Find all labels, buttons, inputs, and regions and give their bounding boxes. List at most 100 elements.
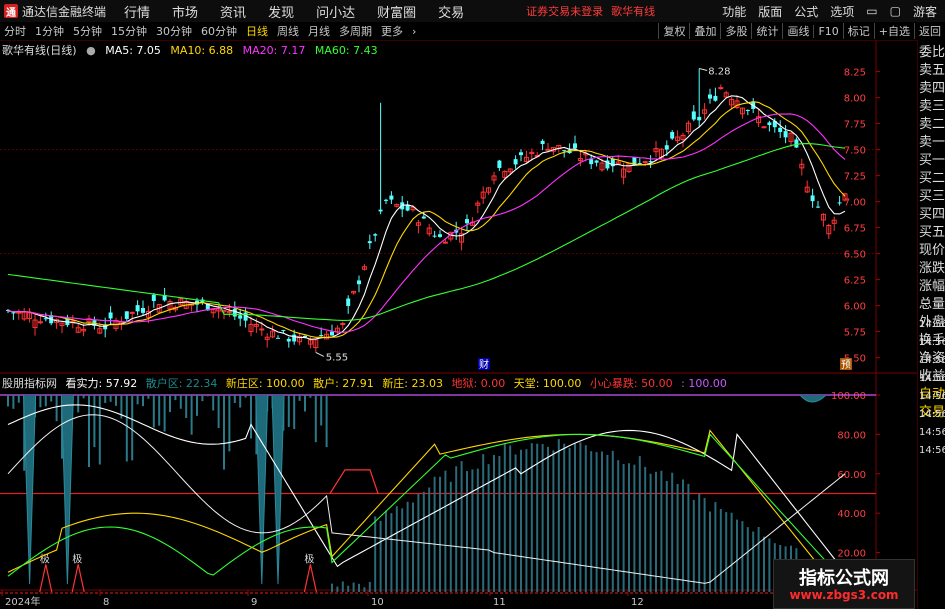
tool-add-watchlist[interactable]: +自选: [873, 23, 914, 39]
tf-weekly[interactable]: 周线: [277, 23, 299, 39]
tool-draw[interactable]: 画线: [782, 23, 813, 39]
tf-1min[interactable]: 1分钟: [35, 23, 64, 39]
candle-down: [276, 337, 280, 339]
menu-market[interactable]: 市场: [172, 2, 198, 21]
candle-down: [373, 234, 378, 236]
menu-options[interactable]: 选项: [830, 3, 854, 20]
side-item[interactable]: 卖三: [919, 98, 945, 116]
candle-down: [497, 160, 502, 168]
candle-down: [519, 152, 523, 156]
tf-monthly[interactable]: 月线: [308, 23, 330, 39]
candle-down: [124, 311, 129, 319]
candle-down: [421, 216, 426, 219]
candle-up: [718, 87, 724, 90]
tool-adjust[interactable]: 复权: [658, 23, 689, 39]
y-tick-label: 6.25: [844, 276, 866, 287]
side-item[interactable]: 买四: [919, 206, 945, 224]
ind-item-strength: 看实力: 57.92: [65, 377, 138, 390]
ind-dip: [799, 394, 827, 403]
candle-down: [389, 195, 394, 200]
tf-30min[interactable]: 30分钟: [156, 23, 192, 39]
candle-down: [594, 160, 599, 163]
candle-down: [816, 206, 820, 208]
indicator-name[interactable]: 股朋指标网: [2, 377, 57, 390]
minimize-icon[interactable]: ▭: [866, 4, 877, 18]
kline-chart[interactable]: 8.258.007.757.507.257.006.756.506.256.00…: [0, 40, 918, 609]
tool-stats[interactable]: 统计: [751, 23, 782, 39]
candle-down: [286, 338, 291, 342]
menu-function[interactable]: 功能: [722, 3, 746, 20]
candle-down: [135, 305, 140, 312]
candle-down: [697, 116, 702, 121]
candle-down: [232, 308, 237, 317]
ind-spike: [255, 394, 269, 585]
candle-down: [513, 159, 518, 165]
ind-red-peak: [39, 564, 53, 593]
menu-news[interactable]: 资讯: [220, 2, 246, 21]
candle-down: [562, 150, 567, 152]
tool-mark[interactable]: 标记: [842, 23, 874, 39]
menu-layout[interactable]: 版面: [758, 3, 782, 20]
guest-label[interactable]: 游客: [913, 3, 937, 20]
tool-f10[interactable]: F10: [813, 24, 842, 38]
ind-item-new-dealer-zone: 新庄区: 100.00: [225, 377, 305, 390]
restore-icon[interactable]: ▢: [890, 4, 901, 18]
tool-multi[interactable]: 多股: [720, 23, 751, 39]
y-tick-label: 6.50: [844, 250, 866, 261]
menu-quotes[interactable]: 行情: [124, 2, 150, 21]
indicator-legend: 股朋指标网 看实力: 57.92 散户区: 22.34 新庄区: 100.00 …: [2, 375, 732, 391]
watermark-url: www.zbgs3.com: [789, 588, 899, 602]
ind-item-crash-warning: 小心暴跌: 50.00: [589, 377, 673, 390]
ma5-line: [7, 95, 846, 340]
menu-trade[interactable]: 交易: [438, 2, 464, 21]
candle-up: [442, 241, 448, 244]
tf-multi[interactable]: 多周期: [339, 23, 372, 39]
menu-wealth[interactable]: 财富圈: [377, 2, 416, 21]
candle-down: [465, 219, 469, 224]
side-item[interactable]: 总量: [919, 296, 945, 314]
collapse-icon[interactable]: ●: [86, 44, 96, 57]
side-item[interactable]: 现价: [919, 242, 945, 260]
watermark-title: 指标公式网: [799, 568, 889, 589]
candle-down: [573, 143, 577, 149]
side-item[interactable]: 涨幅: [919, 278, 945, 296]
tf-intraday[interactable]: 分时: [4, 23, 26, 39]
y-tick-label: 7.25: [844, 172, 866, 183]
side-item[interactable]: 卖一: [919, 134, 945, 152]
tf-15min[interactable]: 15分钟: [111, 23, 147, 39]
signal-label: 极: [40, 552, 50, 565]
tool-overlay[interactable]: 叠加: [689, 23, 720, 39]
chevron-right-icon[interactable]: ›: [412, 25, 416, 38]
tf-5min[interactable]: 5分钟: [73, 23, 102, 39]
menu-discover[interactable]: 发现: [268, 2, 294, 21]
menu-ask[interactable]: 问小达: [316, 2, 355, 21]
candle-down: [43, 318, 48, 320]
candle-down: [108, 312, 113, 319]
ma-legend: 歌华有线(日线) ● MA5: 7.05 MA10: 6.88 MA20: 7.…: [2, 42, 384, 58]
x-axis-label: 10: [371, 597, 384, 608]
x-axis-label: 2024年: [5, 595, 40, 608]
retail-line: [7, 433, 846, 583]
stock-name: 歌华有线: [611, 5, 656, 18]
login-status[interactable]: 证券交易未登录: [526, 3, 603, 19]
side-item[interactable]: 卖五: [919, 62, 945, 80]
candle-down: [357, 280, 361, 285]
side-item[interactable]: 买五: [919, 224, 945, 242]
side-item[interactable]: 买一: [919, 152, 945, 170]
right-menu: 功能 版面 公式 选项 ▭ ▢ 游客: [710, 0, 945, 22]
side-item[interactable]: 买二: [919, 170, 945, 188]
menu-formula[interactable]: 公式: [794, 3, 818, 20]
tf-60min[interactable]: 60分钟: [201, 23, 237, 39]
side-item[interactable]: 卖四: [919, 80, 945, 98]
tf-more[interactable]: 更多: [381, 23, 403, 39]
tool-back[interactable]: 返回: [914, 23, 945, 39]
tf-daily[interactable]: 日线: [246, 23, 268, 39]
side-time: 14:56: [919, 444, 945, 456]
candle-down: [367, 241, 372, 244]
side-item[interactable]: 涨跌: [919, 260, 945, 278]
side-item[interactable]: 委比: [919, 44, 945, 62]
side-item[interactable]: 卖二: [919, 116, 945, 134]
ma60-label: MA60: 7.43: [314, 44, 378, 57]
ma10-line: [7, 101, 846, 339]
side-item[interactable]: 买三: [919, 188, 945, 206]
